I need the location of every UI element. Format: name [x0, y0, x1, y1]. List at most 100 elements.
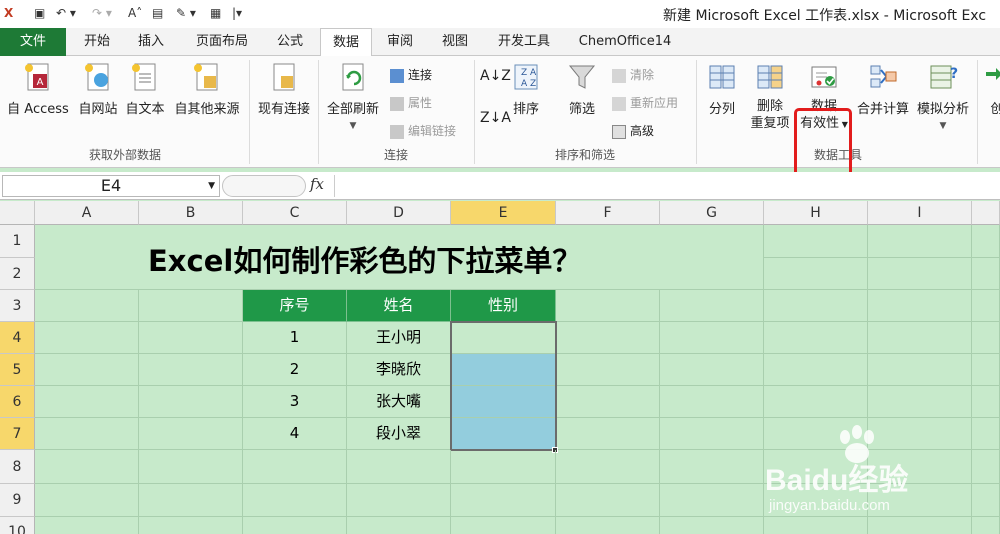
sort-descending-button[interactable]: Z↓A [480, 110, 511, 126]
cell-a3[interactable] [35, 290, 139, 322]
cell-b9[interactable] [139, 484, 243, 517]
cell-j2[interactable] [972, 258, 1000, 290]
cell-i5[interactable] [868, 354, 972, 386]
cell-a9[interactable] [35, 484, 139, 517]
properties-button[interactable]: 属性 [390, 94, 432, 111]
print-preview-icon[interactable]: ▤ [152, 6, 163, 20]
cell-b5[interactable] [139, 354, 243, 386]
cell-b10[interactable] [139, 517, 243, 534]
cell-j6[interactable] [972, 386, 1000, 418]
from-text-button[interactable]: 自文本 [122, 62, 168, 117]
column-header-i[interactable]: I [868, 201, 972, 225]
formula-bar-divider[interactable] [222, 175, 306, 197]
row-header-8[interactable]: 8 [0, 450, 35, 484]
column-header-d[interactable]: D [347, 201, 451, 225]
cell-d8[interactable] [347, 450, 451, 484]
cell-d10[interactable] [347, 517, 451, 534]
name-box[interactable]: E4 ▼ [2, 175, 220, 197]
cell-g4[interactable] [660, 322, 764, 354]
tab-chemoffice[interactable]: ChemOffice14 [570, 28, 680, 56]
cell-e10[interactable] [451, 517, 556, 534]
row-header-9[interactable]: 9 [0, 484, 35, 517]
row-header-5[interactable]: 5 [0, 354, 35, 386]
text-to-columns-button[interactable]: 分列 [702, 62, 742, 117]
cell-e8[interactable] [451, 450, 556, 484]
cell-h1[interactable] [764, 225, 868, 258]
cell-f9[interactable] [556, 484, 660, 517]
cell-h2[interactable] [764, 258, 868, 290]
sort-button[interactable]: Z AA Z 排序 [508, 62, 544, 117]
cell-name-3[interactable]: 张大嘴 [347, 386, 451, 418]
cell-g8[interactable] [660, 450, 764, 484]
cell-no-4[interactable]: 4 [243, 418, 347, 450]
insert-function-icon[interactable]: fx [310, 175, 324, 193]
cell-i3[interactable] [868, 290, 972, 322]
cell-f4[interactable] [556, 322, 660, 354]
cell-i4[interactable] [868, 322, 972, 354]
tab-file[interactable]: 文件 [0, 28, 66, 56]
cell-h3[interactable] [764, 290, 868, 322]
cell-c8[interactable] [243, 450, 347, 484]
cell-a4[interactable] [35, 322, 139, 354]
cell-c10[interactable] [243, 517, 347, 534]
edit-links-button[interactable]: 编辑链接 [390, 122, 456, 139]
cell-a10[interactable] [35, 517, 139, 534]
cell-g9[interactable] [660, 484, 764, 517]
cell-j4[interactable] [972, 322, 1000, 354]
cell-a8[interactable] [35, 450, 139, 484]
advanced-filter-button[interactable]: 高级 [612, 122, 654, 139]
cell-f6[interactable] [556, 386, 660, 418]
row-header-4[interactable]: 4 [0, 322, 35, 354]
sort-ascending-button[interactable]: A↓Z [480, 68, 511, 84]
existing-connections-button[interactable]: 现有连接 [254, 62, 314, 117]
cell-h6[interactable] [764, 386, 868, 418]
save-icon[interactable]: ▣ [34, 6, 45, 20]
filter-button[interactable]: 筛选 [562, 62, 602, 117]
refresh-all-button[interactable]: 全部刷新 ▼ [322, 62, 384, 131]
tab-formulas[interactable]: 公式 [265, 28, 315, 56]
cell-c9[interactable] [243, 484, 347, 517]
undo-icon[interactable]: ↶ ▾ [56, 6, 76, 20]
cell-name-1[interactable]: 王小明 [347, 322, 451, 354]
cell-no-2[interactable]: 2 [243, 354, 347, 386]
from-other-sources-button[interactable]: 自其他来源 [170, 62, 244, 117]
tab-review[interactable]: 审阅 [375, 28, 425, 56]
formula-input[interactable] [334, 175, 998, 197]
cell-g5[interactable] [660, 354, 764, 386]
cell-i2[interactable] [868, 258, 972, 290]
cell-a7[interactable] [35, 418, 139, 450]
column-header-a[interactable]: A [35, 201, 139, 225]
cell-d9[interactable] [347, 484, 451, 517]
row-header-6[interactable]: 6 [0, 386, 35, 418]
from-access-button[interactable]: A 自 Access [4, 62, 72, 117]
cell-g3[interactable] [660, 290, 764, 322]
cell-j1[interactable] [972, 225, 1000, 258]
redo-icon[interactable]: ↷ ▾ [92, 6, 112, 20]
cell-f7[interactable] [556, 418, 660, 450]
customize-qat-icon[interactable]: |▾ [232, 6, 242, 20]
from-web-button[interactable]: 自网站 [74, 62, 122, 117]
cell-f3[interactable] [556, 290, 660, 322]
cell-i6[interactable] [868, 386, 972, 418]
cell-b4[interactable] [139, 322, 243, 354]
form-icon[interactable]: ▦ [210, 6, 221, 20]
clear-filter-button[interactable]: 清除 [612, 66, 654, 83]
cell-g10[interactable] [660, 517, 764, 534]
cell-b6[interactable] [139, 386, 243, 418]
cell-b3[interactable] [139, 290, 243, 322]
cell-f5[interactable] [556, 354, 660, 386]
cell-j3[interactable] [972, 290, 1000, 322]
header-cell-gender[interactable]: 性别 [451, 290, 556, 322]
cell-g6[interactable] [660, 386, 764, 418]
column-header-h[interactable]: H [764, 201, 868, 225]
excel-app-icon[interactable]: X [4, 6, 13, 20]
what-if-analysis-button[interactable]: ? 模拟分析 ▼ [914, 62, 972, 131]
cell-g7[interactable] [660, 418, 764, 450]
tab-home[interactable]: 开始 [72, 28, 122, 56]
column-header-e[interactable]: E [451, 201, 556, 225]
column-header-partial[interactable] [972, 201, 1000, 225]
row-header-7[interactable]: 7 [0, 418, 35, 450]
reapply-button[interactable]: 重新应用 [612, 94, 678, 111]
tab-insert[interactable]: 插入 [126, 28, 176, 56]
header-cell-no[interactable]: 序号 [243, 290, 347, 322]
